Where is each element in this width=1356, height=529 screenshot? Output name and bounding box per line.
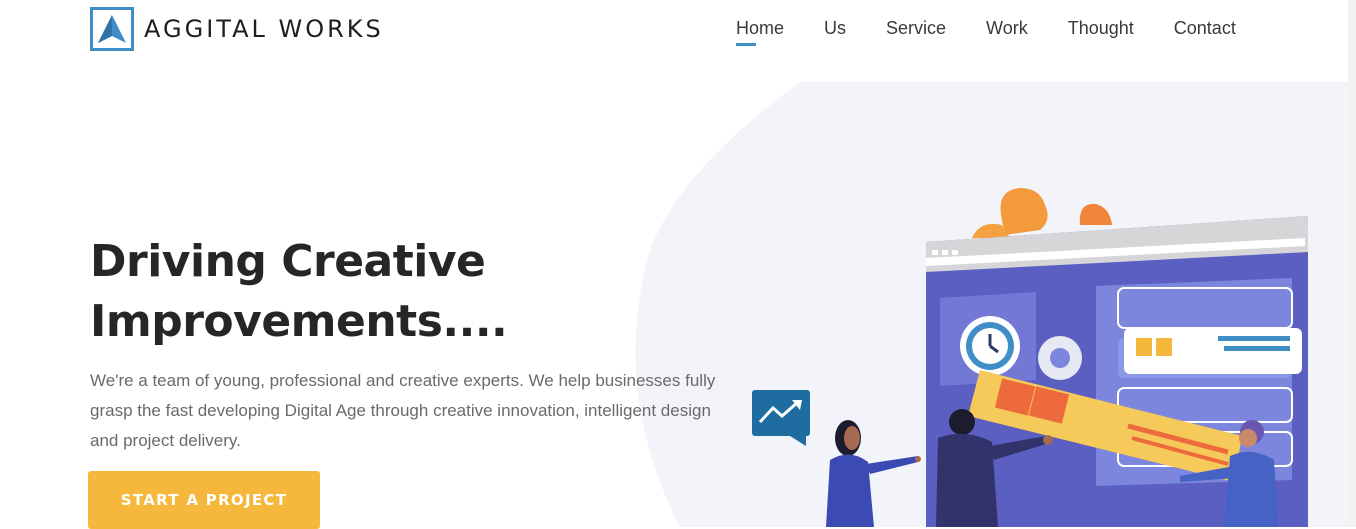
brand-logo[interactable]: AGGITAL WORKS	[90, 7, 384, 51]
nav-service[interactable]: Service	[886, 16, 946, 40]
nav-home[interactable]: Home	[736, 16, 784, 46]
nav-us[interactable]: Us	[824, 16, 846, 40]
start-project-button[interactable]: START A PROJECT	[88, 471, 320, 529]
nav-thought[interactable]: Thought	[1068, 16, 1134, 40]
triangle-a-logo-icon	[90, 7, 134, 51]
hero-description: We're a team of young, professional and …	[90, 371, 716, 450]
trend-chart-bubble-icon	[752, 390, 810, 446]
hero-title-line2: Improvements....	[90, 296, 508, 347]
nav-work[interactable]: Work	[986, 16, 1028, 40]
team-building-dashboard-illustration	[752, 188, 1308, 527]
hero-title: Driving Creative Improvements....	[90, 232, 610, 352]
page-scrollbar[interactable]	[1348, 0, 1356, 527]
nav-contact[interactable]: Contact	[1174, 16, 1236, 40]
main-nav: Home Us Service Work Thought Contact	[736, 16, 1276, 46]
hero-title-line1: Driving Creative	[90, 236, 486, 287]
brand-name: AGGITAL WORKS	[144, 15, 384, 43]
woman-figure	[826, 420, 921, 527]
orange-blob-shape	[972, 188, 1112, 238]
